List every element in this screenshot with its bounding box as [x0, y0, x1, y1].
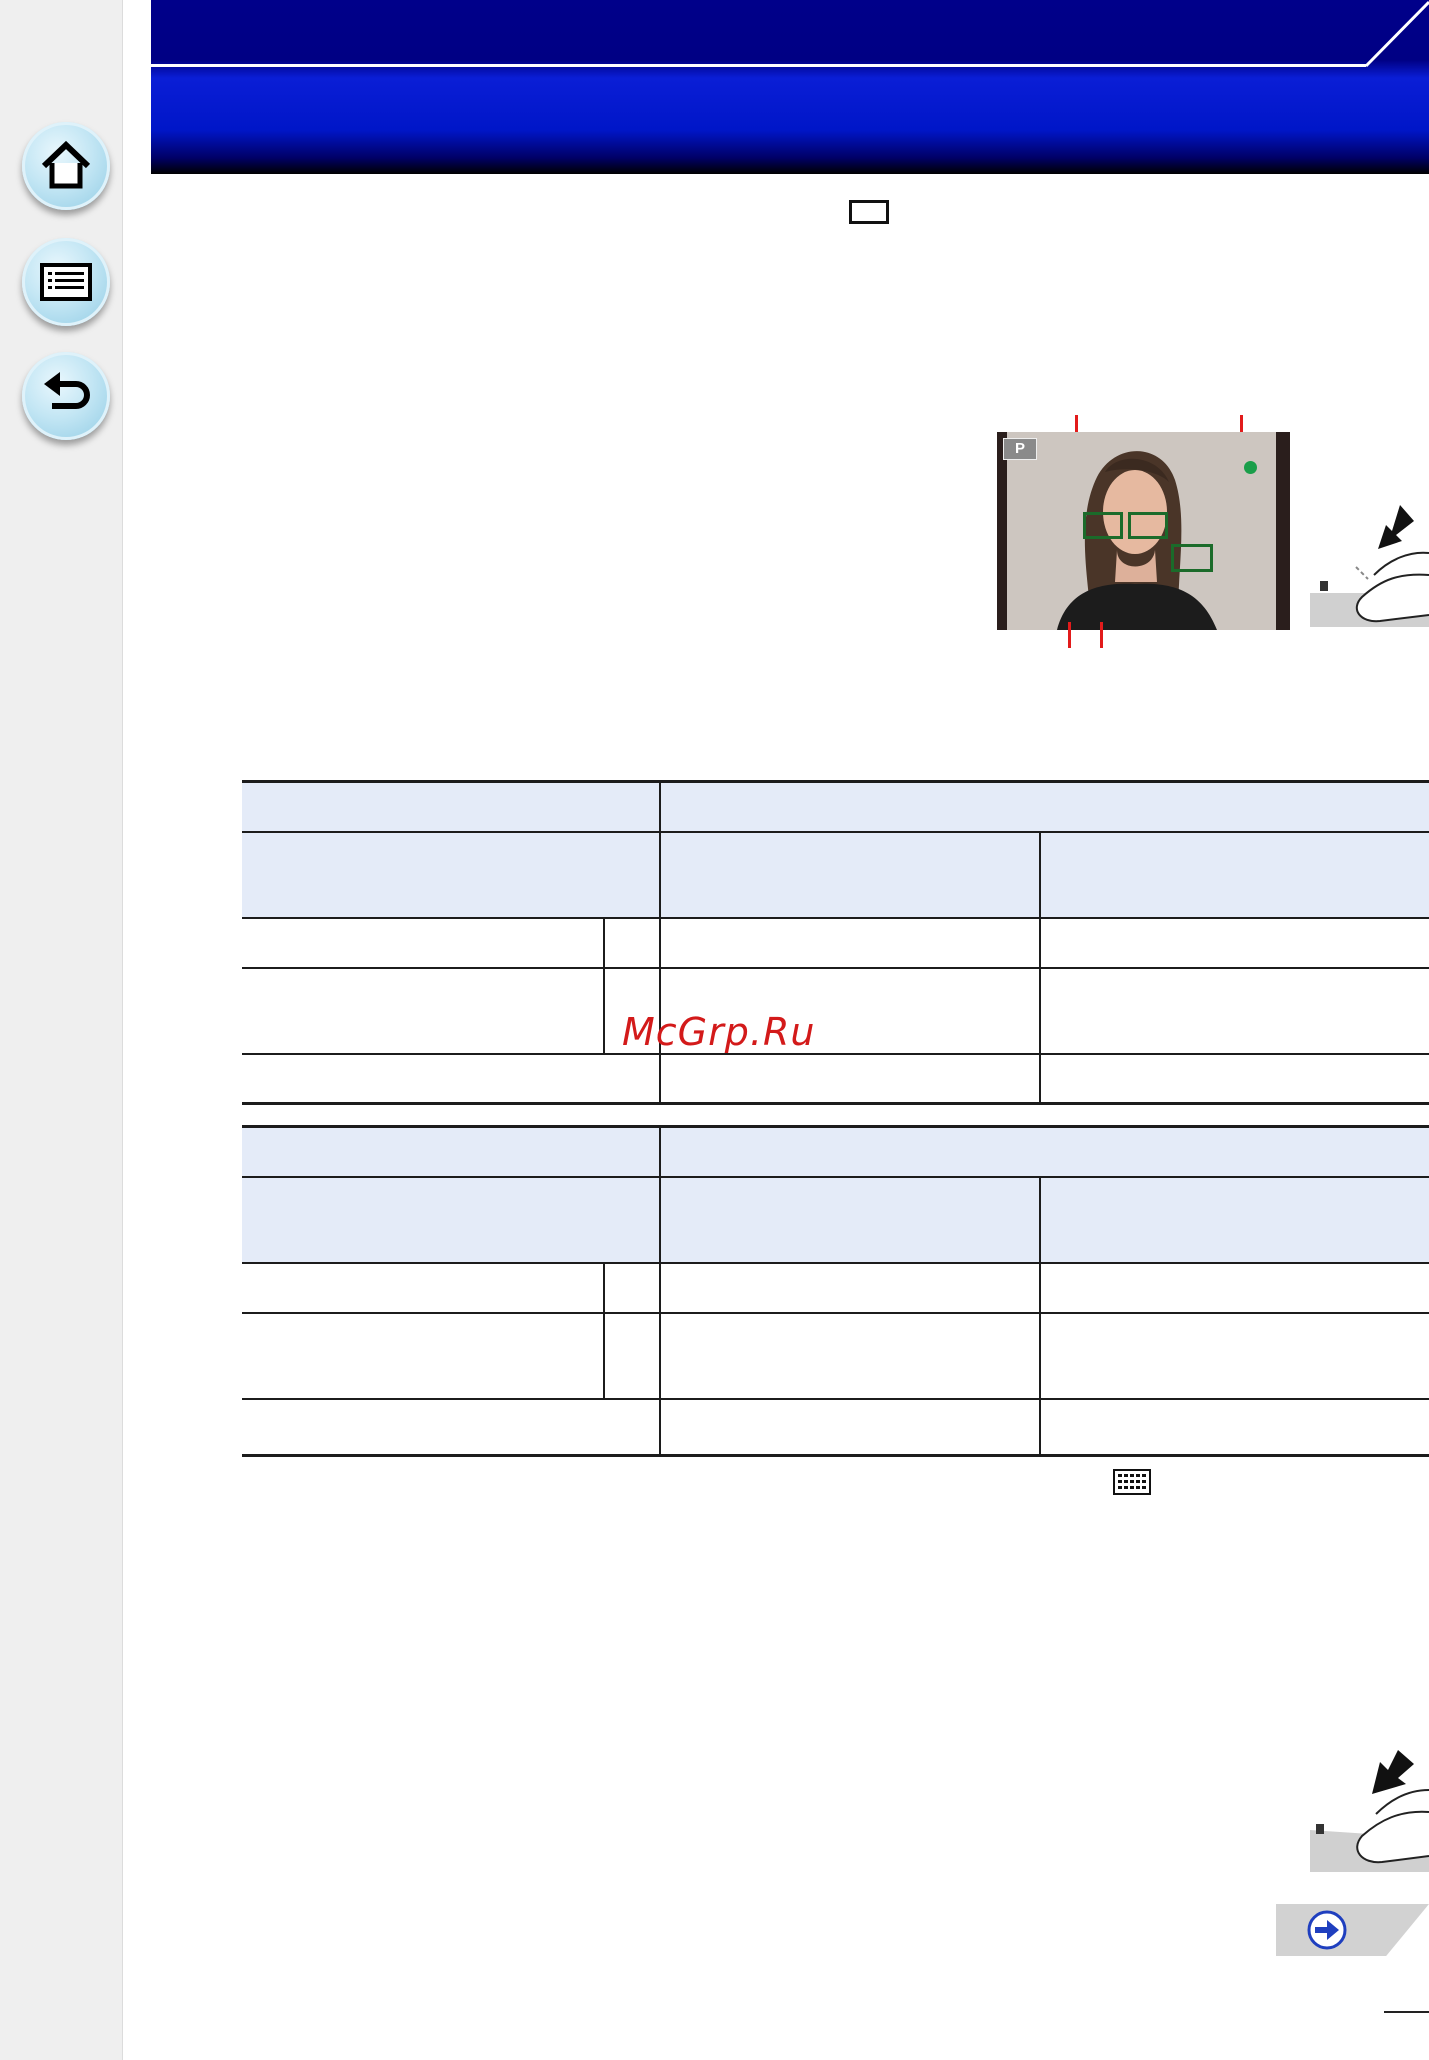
table-cell — [1039, 916, 1429, 969]
table-1-subheader-mid — [659, 830, 1041, 919]
table-2-subheader-left — [242, 1175, 661, 1264]
table-1 — [242, 780, 1429, 1105]
table-cell — [659, 1311, 1041, 1400]
right-arrow-icon — [1307, 1910, 1347, 1950]
table-cell — [659, 1397, 1041, 1457]
lcd-preview-photo: P — [997, 432, 1290, 630]
af-frame-1 — [1083, 512, 1123, 539]
focus-indicator — [1244, 461, 1257, 474]
watermark: McGrp.Ru — [622, 1010, 816, 1054]
table-row — [242, 1311, 605, 1400]
shutter-press-illustration — [1310, 505, 1429, 627]
home-icon — [41, 140, 91, 189]
sidebar — [0, 0, 123, 2060]
table-1-header-left — [242, 780, 661, 833]
af-frame-3 — [1171, 544, 1213, 572]
home-button[interactable] — [22, 122, 110, 210]
table-cell — [1039, 1261, 1429, 1314]
table-1-subheader-left — [242, 830, 661, 919]
af-frame-2 — [1128, 512, 1168, 539]
table-cell — [1039, 1311, 1429, 1400]
table-cell — [659, 1261, 1041, 1314]
page-header — [151, 0, 1429, 174]
table-cell — [1039, 1052, 1429, 1105]
table-cell — [659, 916, 1041, 969]
multi-area-af-icon — [1113, 1469, 1151, 1495]
next-page-button[interactable] — [1276, 1904, 1429, 1956]
table-cell — [603, 916, 661, 969]
table-2-subheader-mid — [659, 1175, 1041, 1264]
rectangle-mode-icon — [849, 200, 889, 224]
table-1-header-right — [659, 780, 1429, 833]
table-2-header-left — [242, 1125, 661, 1178]
table-cell — [1039, 966, 1429, 1055]
contents-button[interactable] — [22, 238, 110, 326]
table-row — [242, 1261, 605, 1314]
table-cell — [1039, 1397, 1429, 1457]
table-2 — [242, 1125, 1429, 1457]
table-2-subheader-right — [1039, 1175, 1429, 1264]
table-cell — [659, 1052, 1041, 1105]
table-row — [242, 1397, 661, 1457]
table-row — [242, 1052, 661, 1105]
callout-line-bottom-1 — [1068, 622, 1071, 648]
page-number-rule — [1384, 2011, 1429, 2013]
callout-line-bottom-2 — [1100, 622, 1103, 648]
back-button[interactable] — [22, 352, 110, 440]
mode-badge: P — [1003, 438, 1037, 460]
table-2-header-right — [659, 1125, 1429, 1178]
return-arrow-icon — [44, 372, 90, 409]
header-corner — [1364, 0, 1429, 68]
screen-edge-right — [1276, 432, 1290, 630]
shutter-full-press-illustration — [1310, 1750, 1429, 1872]
table-row — [242, 916, 605, 969]
table-1-subheader-right — [1039, 830, 1429, 919]
table-row — [242, 966, 605, 1055]
table-cell — [603, 1261, 661, 1314]
list-icon — [40, 263, 92, 301]
header-divider — [151, 64, 1366, 67]
table-cell — [603, 1311, 661, 1400]
screen-edge-left — [997, 432, 1007, 630]
